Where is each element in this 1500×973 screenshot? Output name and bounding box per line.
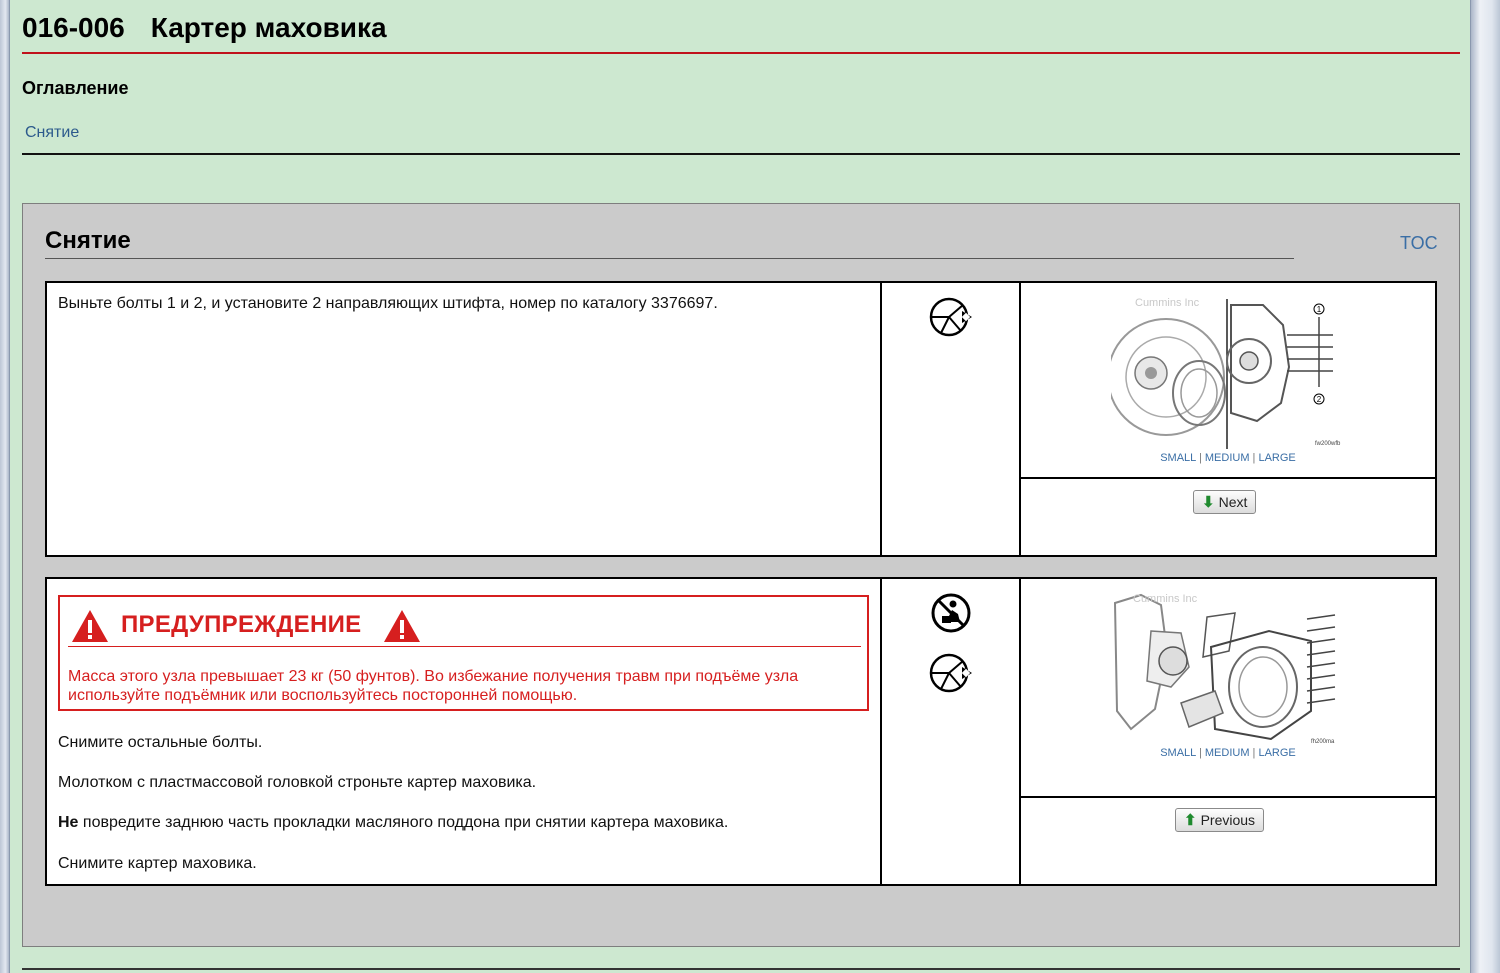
size-medium-link[interactable]: MEDIUM (1205, 747, 1250, 759)
warning-title: ПРЕДУПРЕЖДЕНИЕ (121, 611, 362, 638)
toc-link-removal[interactable]: Снятие (25, 124, 79, 142)
toc-back-link[interactable]: TOC (1400, 233, 1438, 254)
size-small-link[interactable]: SMALL (1160, 747, 1196, 759)
engine-housing-figure[interactable]: Cummins Inc fh200ma (1111, 591, 1343, 747)
callout-2: 2 (1317, 395, 1322, 404)
step-text-cell: Выньте болты 1 и 2, и установите 2 напра… (47, 283, 882, 555)
figure-code: fw200wfb (1315, 441, 1341, 447)
step-paragraph: Снимите остальные болты. (58, 734, 263, 751)
image-size-links: SMALL | MEDIUM | LARGE (1021, 452, 1435, 464)
step-paragraph: Молотком с пластмассовой головкой стронь… (58, 774, 537, 791)
toc-divider (22, 153, 1460, 155)
step-paragraph: Не повредите заднюю часть прокладки масл… (58, 814, 729, 831)
size-large-link[interactable]: LARGE (1258, 747, 1295, 759)
step-row-1: Выньте болты 1 и 2, и установите 2 напра… (45, 281, 1437, 557)
step-row-2: ПРЕДУПРЕЖДЕНИЕ Масса этого узла превышае… (45, 577, 1437, 886)
previous-button-label: Previous (1200, 812, 1256, 828)
section-divider (45, 258, 1294, 259)
next-button[interactable]: ⬇ Next (1193, 490, 1257, 514)
size-large-link[interactable]: LARGE (1258, 452, 1295, 464)
warning-divider (68, 646, 861, 647)
step-instruction: Выньте болты 1 и 2, и установите 2 напра… (58, 295, 718, 312)
heavy-lift-icon (931, 593, 971, 633)
size-small-link[interactable]: SMALL (1160, 452, 1196, 464)
page-title: 016-006 Картер маховика (22, 12, 387, 44)
tool-icon (929, 653, 972, 693)
size-separator: | (1252, 747, 1256, 759)
step-paragraph: Снимите картер маховика. (58, 855, 257, 872)
warning-triangle-icon (384, 610, 420, 642)
step-icon-cell (882, 283, 1021, 555)
procedure-panel: Снятие TOC Выньте болты 1 и 2, и установ… (22, 203, 1460, 947)
step-figure-box: Cummins Inc fh200ma SMALL | MEDIUM | LAR… (1021, 579, 1435, 798)
step-image-cell: Cummins Inc fh200ma SMALL | MEDIUM | LAR… (1021, 579, 1435, 884)
image-size-links: SMALL | MEDIUM | LARGE (1021, 747, 1435, 759)
doc-title-text: Картер маховика (150, 12, 387, 43)
size-separator: | (1198, 452, 1202, 464)
warning-box: ПРЕДУПРЕЖДЕНИЕ Масса этого узла превышае… (58, 595, 869, 711)
title-divider (22, 52, 1460, 54)
doc-number: 016-006 (22, 12, 125, 43)
bottom-divider (22, 968, 1460, 970)
window-scrollbar[interactable] (1470, 0, 1500, 973)
warning-text: Масса этого узла превышает 23 кг (50 фун… (68, 668, 799, 704)
step-icon-cell (882, 579, 1021, 884)
emphasis-text: Не (58, 814, 79, 831)
size-separator: | (1252, 452, 1256, 464)
size-separator: | (1198, 747, 1202, 759)
section-title: Снятие (45, 227, 131, 254)
next-button-label: Next (1218, 494, 1248, 510)
step-image-cell: 1 2 Cummins Inc fw200wfb SMALL | MEDIUM … (1021, 283, 1435, 555)
arrow-up-icon: ⬆ (1184, 812, 1197, 829)
arrow-down-icon: ⬇ (1202, 494, 1215, 511)
window-left-border (0, 0, 10, 973)
toc-heading: Оглавление (22, 78, 129, 98)
callout-1: 1 (1317, 305, 1322, 314)
figure-watermark: Cummins Inc (1135, 297, 1200, 309)
previous-button[interactable]: ⬆ Previous (1175, 808, 1265, 832)
size-medium-link[interactable]: MEDIUM (1205, 452, 1250, 464)
figure-watermark: Cummins Inc (1133, 593, 1198, 605)
warning-header: ПРЕДУПРЕЖДЕНИЕ (70, 605, 862, 645)
figure-code: fh200ma (1311, 739, 1335, 745)
tool-icon (929, 297, 972, 337)
step-text-cell: ПРЕДУПРЕЖДЕНИЕ Масса этого узла превышае… (47, 579, 882, 884)
step-figure-box: 1 2 Cummins Inc fw200wfb SMALL | MEDIUM … (1021, 283, 1435, 479)
flywheel-housing-figure[interactable]: 1 2 Cummins Inc fw200wfb (1111, 295, 1343, 449)
warning-triangle-icon (72, 610, 108, 642)
